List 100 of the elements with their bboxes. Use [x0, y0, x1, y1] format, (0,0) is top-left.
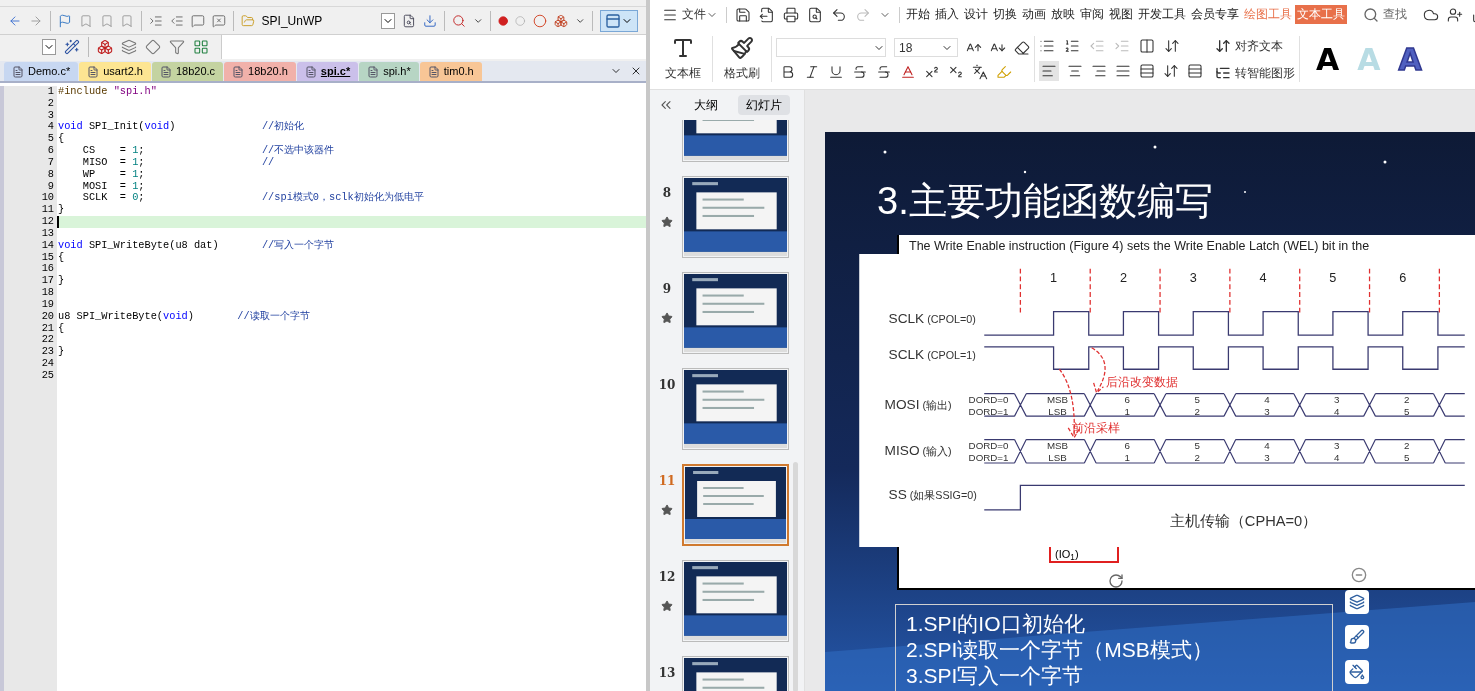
bold-icon[interactable] [780, 64, 796, 80]
strikethrough-icon[interactable] [852, 64, 868, 80]
columns-icon[interactable] [1139, 37, 1155, 54]
star-icon[interactable] [661, 216, 673, 228]
brush-button[interactable] [1345, 625, 1369, 649]
layers-icon[interactable] [121, 39, 137, 55]
search-icon[interactable] [451, 12, 466, 29]
file-tab[interactable]: spi.c* [296, 62, 359, 81]
brush-icon [1349, 629, 1365, 645]
close-icon[interactable] [630, 65, 642, 77]
pinyin-icon[interactable] [972, 64, 988, 80]
sort-icon[interactable] [1164, 37, 1180, 54]
subscript-icon[interactable] [948, 64, 964, 80]
line-number: 24 [41, 358, 54, 370]
ribbon-tab[interactable]: 动画 [1020, 4, 1048, 25]
bit-label: 2 [1403, 440, 1410, 452]
eraser-icon[interactable] [1014, 39, 1030, 56]
font-size-field[interactable]: 18 [894, 38, 958, 57]
format-painter-button[interactable]: 格式刷 [717, 36, 767, 82]
file-icon [232, 65, 245, 78]
text-style-preset[interactable]: A [1316, 36, 1340, 82]
scrollbar[interactable] [793, 462, 798, 691]
star-icon[interactable] [661, 600, 673, 612]
ribbon-tab[interactable]: 插入 [933, 4, 961, 25]
slide-title: 3.主要功能函数编写 [877, 182, 1213, 220]
line-number: 8 [47, 168, 54, 181]
dropdown-button[interactable] [380, 12, 396, 29]
selected-textbox[interactable]: 1.SPI的IO口初始化 2.SPI读取一个字节（MSB模式） 3.SPI写入一个字节 [895, 604, 1333, 691]
textbox-button[interactable]: 文本框 [658, 36, 708, 82]
pane-tab[interactable]: 幻灯片 [738, 95, 790, 115]
collapse-icon[interactable] [1351, 567, 1367, 583]
file-tab[interactable]: usart2.h [79, 62, 151, 81]
ribbon-tab[interactable]: 视图 [1107, 4, 1135, 25]
line-number: 19 [41, 298, 54, 311]
search-box[interactable]: 查找 [1363, 5, 1407, 24]
font-color-icon[interactable] [900, 64, 916, 80]
file-tab[interactable]: Demo.c* [4, 62, 79, 81]
align-text-button[interactable]: 对齐文本 [1215, 36, 1295, 55]
search-icon [1363, 6, 1379, 23]
ribbon-tab[interactable]: 会员专享 [1189, 4, 1241, 25]
star-icon[interactable] [661, 312, 673, 324]
file-menu[interactable]: 文件 [682, 5, 706, 24]
file-search-icon[interactable] [402, 12, 416, 29]
bit-label: 4 [1264, 440, 1270, 452]
layers-button[interactable] [1345, 590, 1369, 614]
smart-shape-button[interactable]: 转智能图形 [1215, 63, 1295, 82]
ribbon-tab[interactable]: 开始 [904, 4, 932, 25]
bullet-text: 1.SPI的IO口初始化 [906, 611, 1086, 637]
strikethrough-icon[interactable] [876, 64, 892, 80]
print-icon[interactable] [783, 6, 799, 23]
shapes-icon[interactable] [553, 12, 568, 29]
grid-icon[interactable] [193, 39, 209, 55]
flag-icon[interactable] [57, 12, 72, 29]
preview-icon[interactable] [807, 6, 823, 23]
fill-button[interactable] [1345, 660, 1369, 684]
bit-label: 5 [1194, 393, 1200, 405]
clock-number: 3 [1189, 271, 1197, 286]
window-button[interactable] [600, 9, 638, 32]
code-line: MOSI = 1; [81, 180, 146, 193]
italic-icon[interactable] [804, 64, 820, 80]
line-number: 17 [41, 275, 54, 288]
paragraph-spacing-icon[interactable] [1187, 62, 1203, 79]
file-tab[interactable]: tim0.h [419, 62, 482, 81]
line-number: 25 [41, 369, 54, 382]
undo-icon[interactable] [831, 6, 847, 23]
font-name-field[interactable] [776, 38, 886, 57]
breakpoint-icon[interactable] [498, 14, 509, 27]
superscript-icon[interactable] [924, 64, 940, 80]
blocks-icon[interactable] [97, 39, 113, 55]
line-spacing-icon[interactable] [1163, 62, 1179, 79]
ribbon-tab[interactable]: 审阅 [1078, 4, 1106, 25]
wand-icon[interactable] [64, 39, 80, 55]
ribbon-tab[interactable]: 设计 [962, 4, 990, 25]
add-user-icon[interactable] [1447, 6, 1463, 23]
comment-icon[interactable] [191, 12, 205, 29]
download-icon[interactable] [423, 12, 437, 29]
file-icon [427, 65, 440, 78]
distribute-icon[interactable] [1139, 62, 1155, 79]
numbered-list-icon[interactable] [1064, 37, 1080, 54]
star-icon[interactable] [661, 504, 673, 516]
file-tab[interactable]: spi.h* [359, 62, 419, 81]
bit-label: 2 [1403, 393, 1410, 405]
code-line: void SPI_WriteByte(u8 dat) //写入一个字节 [57, 239, 336, 252]
rotate-handle[interactable] [1108, 573, 1124, 589]
ribbon-tab[interactable]: 切换 [991, 4, 1019, 25]
ribbon-tab[interactable]: 放映 [1049, 4, 1077, 25]
text-style-preset[interactable]: A [1398, 36, 1422, 82]
bit-label: 1 [1124, 405, 1131, 417]
pane-tab[interactable]: 大纲 [686, 95, 726, 115]
ribbon-tab[interactable]: 开发工具 [1136, 4, 1188, 25]
funnel-icon[interactable] [169, 39, 185, 55]
uncomment-icon[interactable] [211, 12, 226, 29]
dropdown-button[interactable] [42, 39, 56, 55]
diamond-icon[interactable] [145, 39, 161, 55]
save-icon[interactable] [735, 6, 751, 23]
file-tab[interactable]: 18b20.h [224, 62, 296, 81]
file-tab[interactable]: 18b20.c [151, 62, 224, 81]
underline-icon[interactable] [828, 64, 844, 80]
bit-order-label: DORD=0 [968, 440, 1009, 452]
export-icon[interactable] [759, 6, 775, 23]
